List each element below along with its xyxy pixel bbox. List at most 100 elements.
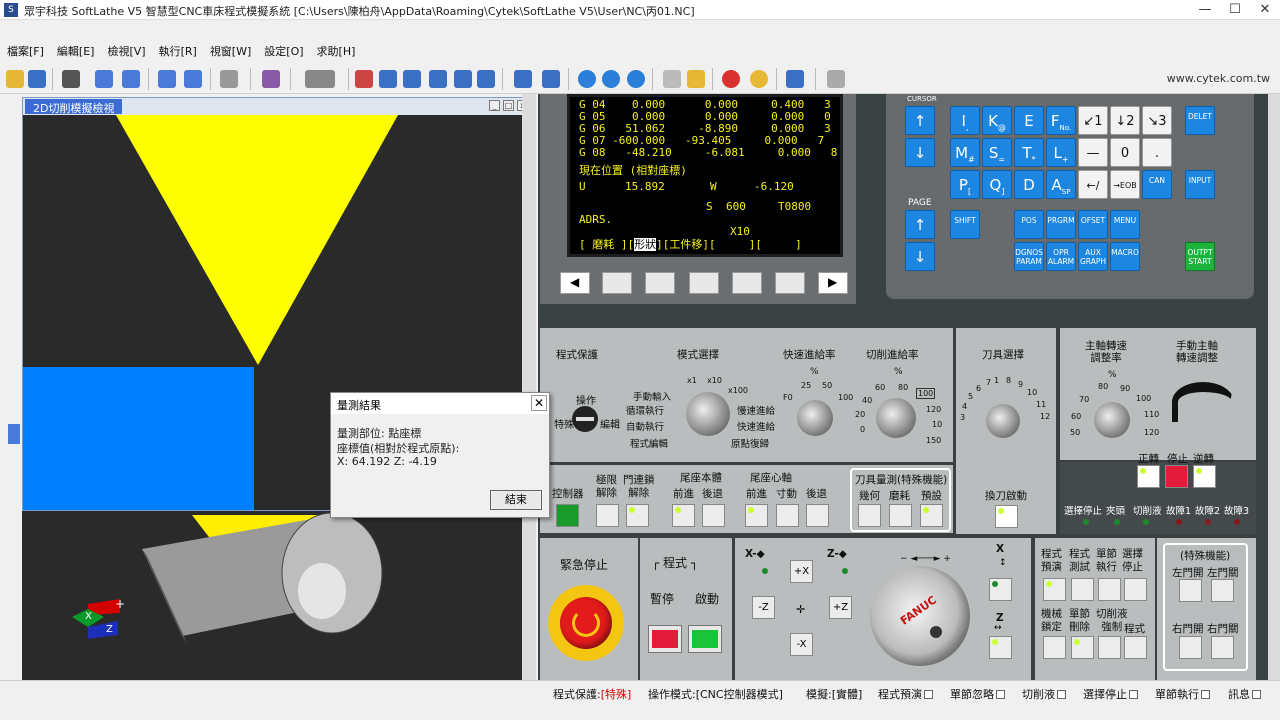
key-3[interactable]: ↘3	[1142, 106, 1172, 135]
shift-key[interactable]: SHIFT	[950, 210, 980, 239]
door-left-open-button[interactable]	[1179, 579, 1202, 602]
block-delete-button[interactable]	[1071, 636, 1094, 659]
softkey-3[interactable]	[689, 272, 719, 294]
menu-key[interactable]: MENU	[1110, 210, 1140, 239]
zoom-extent-icon[interactable]	[429, 70, 447, 88]
handwheel[interactable]: FANUC	[870, 566, 970, 666]
dgnos-key[interactable]: DGNOS PARAM	[1014, 242, 1044, 271]
manual-spindle-knob[interactable]	[1172, 382, 1234, 422]
quill-fwd-button[interactable]	[745, 504, 768, 527]
cursor-up-key[interactable]: ↑	[905, 106, 935, 135]
rapid-rate-knob[interactable]	[797, 400, 833, 436]
page-down-key[interactable]: ↓	[905, 242, 935, 271]
tail-fwd-button[interactable]	[672, 504, 695, 527]
softkey-right-arrow[interactable]: ▶	[818, 272, 848, 294]
save-icon[interactable]	[28, 70, 46, 88]
pos-key[interactable]: POS	[1014, 210, 1044, 239]
tools-icon[interactable]	[262, 70, 280, 88]
door-right-close-button[interactable]	[1211, 636, 1234, 659]
jog-plus-z-button[interactable]: +Z	[829, 596, 852, 619]
jog-plus-x-button[interactable]: +X	[790, 560, 813, 583]
spindle-stop-button[interactable]	[1165, 465, 1188, 488]
key-dot[interactable]: .	[1142, 138, 1172, 167]
tool-select-knob[interactable]	[986, 404, 1020, 438]
tool-change-button[interactable]	[995, 505, 1018, 528]
can-key[interactable]: CAN	[1142, 170, 1172, 199]
indent-icon[interactable]	[158, 70, 176, 88]
key-a[interactable]: ASP	[1046, 170, 1076, 199]
quill-back-button[interactable]	[806, 504, 829, 527]
cursor-down-key[interactable]: ↓	[905, 138, 935, 167]
lathe-icon[interactable]	[62, 70, 80, 88]
key-d[interactable]: D	[1014, 170, 1044, 199]
splitter-bar[interactable]	[522, 94, 536, 680]
tm-geo-button[interactable]	[858, 504, 881, 527]
outdent-icon[interactable]	[184, 70, 202, 88]
view-2d-maximize[interactable]: □	[503, 100, 514, 111]
coolant-force-button[interactable]	[1098, 636, 1121, 659]
eraser-icon[interactable]	[220, 70, 238, 88]
key-eob[interactable]: →EOB	[1110, 170, 1140, 199]
spindle-fwd-button[interactable]	[1137, 465, 1160, 488]
side-tab[interactable]	[8, 424, 20, 444]
key-e[interactable]: E	[1014, 106, 1044, 135]
page-up-key[interactable]: ↑	[905, 210, 935, 239]
key-1[interactable]: ↙1	[1078, 106, 1108, 135]
output-start-key[interactable]: OUTPT START	[1185, 242, 1215, 271]
door-release-button[interactable]	[626, 504, 649, 527]
quill-jog-button[interactable]	[776, 504, 799, 527]
zoom-fit-icon[interactable]	[403, 70, 421, 88]
open-folder-icon[interactable]	[6, 70, 24, 88]
key-i[interactable]: I,	[950, 106, 980, 135]
menu-view[interactable]: 檢視[V]	[100, 40, 151, 59]
door-right-open-button[interactable]	[1179, 636, 1202, 659]
jog-minus-z-button[interactable]: -Z	[752, 596, 775, 619]
hw-x-button[interactable]	[989, 578, 1012, 601]
opt-stop-button[interactable]	[1124, 578, 1147, 601]
print-icon[interactable]	[827, 70, 845, 88]
quarter-sphere-icon[interactable]	[627, 70, 645, 88]
website-link[interactable]: www.cytek.com.tw	[1167, 72, 1270, 85]
softkey-4[interactable]	[732, 272, 762, 294]
zoom-out-icon[interactable]	[477, 70, 495, 88]
menu-window[interactable]: 視窗[W]	[203, 40, 257, 59]
sphere-icon[interactable]	[578, 70, 596, 88]
zoom-in-icon[interactable]	[454, 70, 472, 88]
list-icon[interactable]	[122, 70, 140, 88]
menu-help[interactable]: 求助[H]	[310, 40, 362, 59]
key-2[interactable]: ↓2	[1110, 106, 1140, 135]
single-block-button[interactable]	[1098, 578, 1121, 601]
key-minus[interactable]: —	[1078, 138, 1108, 167]
opr-alarm-key[interactable]: OPR ALARM	[1046, 242, 1076, 271]
caliper-icon[interactable]	[305, 70, 335, 88]
machine-lock-button[interactable]	[1043, 636, 1066, 659]
estop-button[interactable]	[560, 597, 612, 649]
ofset-key[interactable]: OFSET	[1078, 210, 1108, 239]
spindle-rev-button[interactable]	[1193, 465, 1216, 488]
menu-file[interactable]: 檔案[F]	[0, 40, 50, 59]
key-switch[interactable]	[572, 406, 598, 432]
key-q[interactable]: Q]	[982, 170, 1012, 199]
key-f[interactable]: FNo.	[1046, 106, 1076, 135]
feed-rate-knob[interactable]	[876, 398, 916, 438]
softkey-5[interactable]	[775, 272, 805, 294]
softkey-left-arrow[interactable]: ◀	[560, 272, 590, 294]
softkey-2[interactable]	[645, 272, 675, 294]
refresh-icon[interactable]	[95, 70, 113, 88]
menu-edit[interactable]: 編輯[E]	[50, 40, 101, 59]
tm-preset-button[interactable]	[920, 504, 943, 527]
dialog-ok-button[interactable]: 結束	[490, 490, 542, 510]
stock-icon[interactable]	[687, 70, 705, 88]
zoom-icon[interactable]	[379, 70, 397, 88]
aux-graph-key[interactable]: AUX GRAPH	[1078, 242, 1108, 271]
prgrm-key[interactable]: PRGRM	[1046, 210, 1076, 239]
pause-icon[interactable]	[750, 70, 768, 88]
panel-scrollbar[interactable]	[1268, 94, 1280, 680]
delet-key[interactable]: DELET	[1185, 106, 1215, 135]
lightning-icon[interactable]	[786, 70, 804, 88]
key-l[interactable]: L+	[1046, 138, 1076, 167]
key-0[interactable]: 0	[1110, 138, 1140, 167]
dialog-close-icon[interactable]: ✕	[531, 395, 547, 411]
mode-select-knob[interactable]	[686, 392, 730, 436]
key-t[interactable]: T*	[1014, 138, 1044, 167]
